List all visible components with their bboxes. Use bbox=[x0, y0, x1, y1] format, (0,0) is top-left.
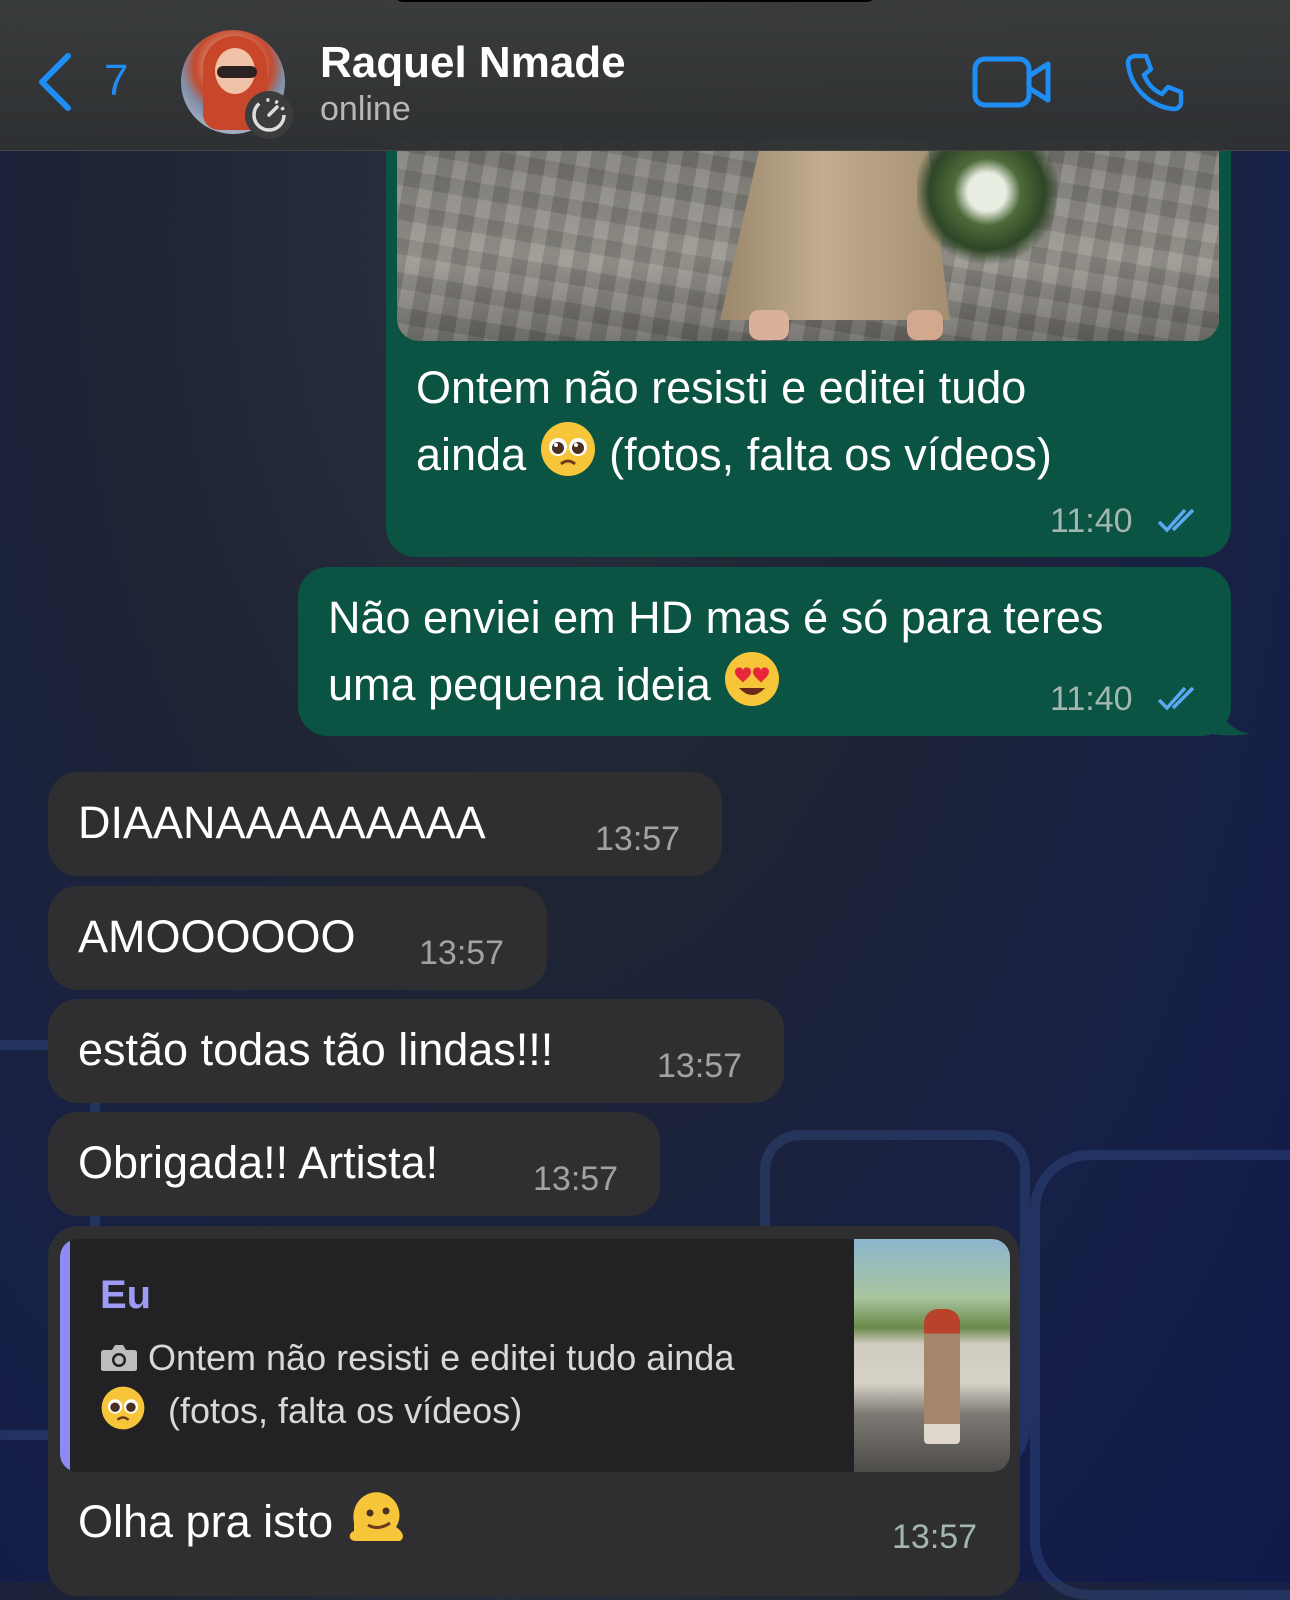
melting-face-emoji-icon bbox=[346, 1487, 408, 1563]
pleading-face-emoji-icon bbox=[539, 420, 597, 496]
quote-thumbnail bbox=[854, 1239, 1010, 1472]
message-text: ainda (fotos, falta os vídeos) bbox=[416, 420, 1052, 496]
unread-count[interactable]: 7 bbox=[104, 56, 128, 106]
message-time: 13:57 bbox=[533, 1160, 619, 1198]
incoming-message[interactable]: AMOOOOOO 13:57 bbox=[48, 886, 547, 990]
quote-author: Eu bbox=[100, 1273, 152, 1317]
incoming-message[interactable]: DIAANAAAAAAAAA 13:57 bbox=[48, 772, 722, 876]
message-text: Ontem não resisti e editei tudo bbox=[416, 362, 1027, 413]
pleading-face-emoji-icon bbox=[100, 1385, 146, 1445]
video-camera-icon bbox=[972, 56, 1051, 108]
message-text: AMOOOOOO bbox=[78, 911, 356, 962]
message-time: 11:40 bbox=[1050, 502, 1133, 540]
message-text: DIAANAAAAAAAAA bbox=[78, 797, 486, 848]
message-text: Não enviei em HD mas é só para teres bbox=[328, 592, 1104, 643]
camera-icon bbox=[101, 1345, 137, 1371]
message-time: 13:57 bbox=[657, 1047, 743, 1085]
message-text: Olha pra isto bbox=[78, 1487, 408, 1563]
quote-text: Ontem não resisti e editei tudo ainda (f… bbox=[100, 1331, 820, 1445]
chevron-left-icon bbox=[39, 53, 71, 111]
contact-name[interactable]: Raquel Nmade bbox=[320, 38, 626, 88]
device-notch bbox=[395, 0, 875, 2]
voice-call-button[interactable] bbox=[1122, 50, 1186, 114]
message-photo[interactable] bbox=[397, 140, 1219, 341]
read-receipt-icon bbox=[1157, 686, 1195, 711]
incoming-message[interactable]: estão todas tão lindas!!! 13:57 bbox=[48, 999, 784, 1103]
message-time: 13:57 bbox=[892, 1518, 978, 1556]
read-receipt-icon bbox=[1157, 508, 1195, 533]
incoming-message[interactable]: Obrigada!! Artista! 13:57 bbox=[48, 1112, 660, 1216]
bubble-tail bbox=[1212, 700, 1250, 736]
chat-header: 7 Raquel Nmade online bbox=[0, 0, 1290, 151]
message-time: 13:57 bbox=[419, 934, 505, 972]
message-time: 13:57 bbox=[595, 820, 681, 858]
contact-status: online bbox=[320, 90, 411, 128]
phone-icon bbox=[1125, 53, 1184, 112]
message-text: Obrigada!! Artista! bbox=[78, 1137, 439, 1188]
quote-accent-bar bbox=[60, 1239, 70, 1472]
message-text: uma pequena ideia bbox=[328, 650, 781, 726]
back-button[interactable] bbox=[36, 52, 96, 112]
video-call-button[interactable] bbox=[972, 54, 1052, 110]
disappearing-timer-icon bbox=[245, 91, 293, 139]
heart-eyes-emoji-icon bbox=[723, 650, 781, 726]
message-text: estão todas tão lindas!!! bbox=[78, 1024, 554, 1075]
quoted-message[interactable]: Eu Ontem não resisti e editei tudo ainda… bbox=[60, 1239, 1010, 1472]
message-time: 11:40 bbox=[1050, 680, 1133, 718]
background-pattern bbox=[1030, 1150, 1290, 1600]
